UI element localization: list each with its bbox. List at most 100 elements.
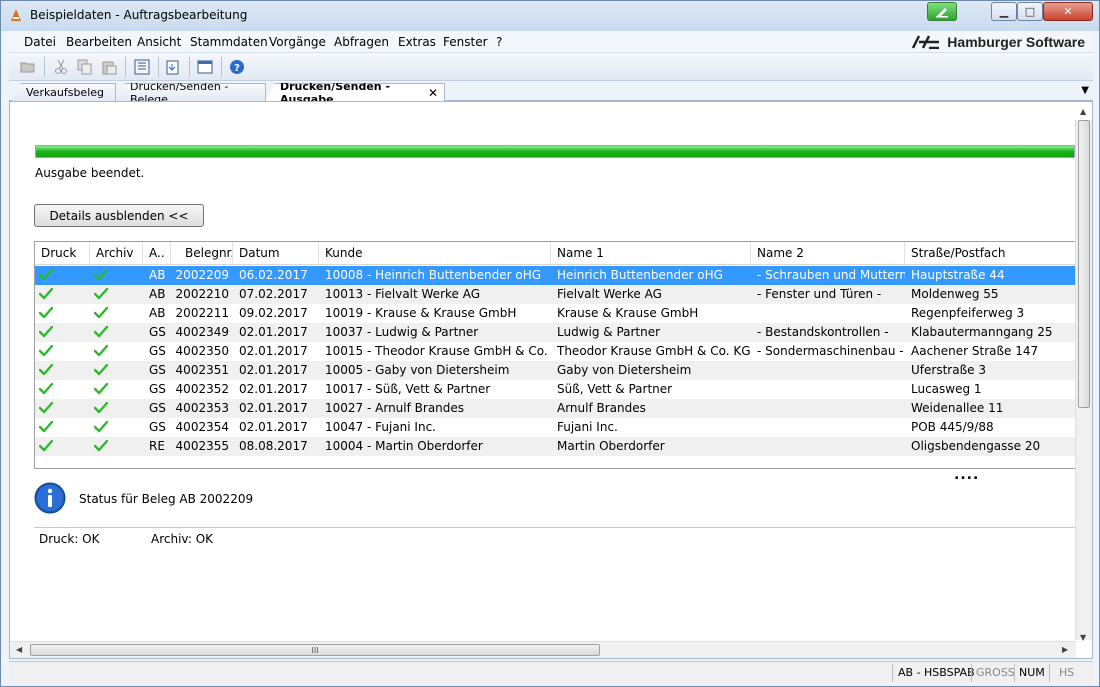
cell-belegnr: 2002209 xyxy=(175,268,229,282)
horizontal-scrollbar[interactable]: ◀ III ▶ xyxy=(10,641,1076,658)
vertical-scroll-thumb[interactable] xyxy=(1078,120,1090,408)
table-row[interactable]: GS 4002354 02.01.2017 10047 - Fujani Inc. Fu… xyxy=(35,418,1075,437)
column-header-strasse[interactable]: Straße/Postfach xyxy=(905,242,1075,265)
cell-strasse: Oligsbendengasse 20 xyxy=(911,439,1041,453)
open-folder-icon[interactable] xyxy=(19,58,37,76)
check-icon xyxy=(35,285,90,304)
cell-art: GS xyxy=(149,363,166,377)
toggle-details-button[interactable]: Details ausblenden << xyxy=(34,204,204,227)
cell-art: GS xyxy=(149,420,166,434)
cell-art: GS xyxy=(149,344,166,358)
check-icon xyxy=(90,437,143,456)
check-icon xyxy=(35,380,90,399)
column-header-kunde[interactable]: Kunde xyxy=(319,242,551,265)
help-icon[interactable]: ? xyxy=(228,58,246,76)
info-status-text: Status für Beleg AB 2002209 xyxy=(79,492,254,506)
column-header-druck[interactable]: Druck xyxy=(35,242,90,265)
cell-art: AB xyxy=(149,306,166,320)
column-header-archiv[interactable]: Archiv xyxy=(90,242,143,265)
cell-strasse: POB 445/9/88 xyxy=(911,420,994,434)
check-icon xyxy=(35,342,90,361)
tab-verkaufsbeleg[interactable]: Verkaufsbeleg xyxy=(11,83,116,101)
output-panel: Ausgabe beendet. Details ausblenden << D… xyxy=(9,101,1093,659)
cell-name2 xyxy=(751,304,905,323)
table-row[interactable]: GS 4002349 02.01.2017 10037 - Ludwig & Part… xyxy=(35,323,1075,342)
export-icon[interactable] xyxy=(164,58,182,76)
scroll-right-icon[interactable]: ▶ xyxy=(1062,645,1068,654)
menu-ansicht[interactable]: Ansicht xyxy=(137,35,181,49)
maximize-icon: □ xyxy=(1024,5,1036,18)
cell-art: GS xyxy=(149,401,166,415)
check-icon xyxy=(90,266,143,285)
horizontal-scroll-thumb[interactable]: III xyxy=(30,644,600,656)
cell-datum: 07.02.2017 xyxy=(239,287,308,301)
cell-kunde: 10037 - Ludwig & Partner xyxy=(325,325,479,339)
output-grid[interactable]: Druck Archiv A.. Belegnr. Datum Kunde Na… xyxy=(34,241,1076,469)
status-text: Ausgabe beendet. xyxy=(35,166,145,180)
menu-stammdaten[interactable]: Stammdaten xyxy=(190,35,268,49)
menu-bearbeiten[interactable]: Bearbeiten xyxy=(66,35,132,49)
table-row[interactable]: GS 4002351 02.01.2017 10005 - Gaby von Diet… xyxy=(35,361,1075,380)
tab-close-icon[interactable]: ✕ xyxy=(428,86,438,100)
tab-drucken-belege[interactable]: Drucken/Senden - Belege xyxy=(115,83,266,101)
column-header-art[interactable]: A.. xyxy=(143,242,171,265)
vertical-scrollbar[interactable]: ▲ ▼ xyxy=(1075,107,1092,642)
check-icon xyxy=(90,323,143,342)
table-row[interactable]: RE 4002355 08.08.2017 10004 - Martin Oberdo… xyxy=(35,437,1075,456)
check-icon xyxy=(90,361,143,380)
paste-icon[interactable] xyxy=(100,58,118,76)
progress-fill xyxy=(36,146,1074,157)
scroll-up-icon[interactable]: ▲ xyxy=(1080,107,1086,116)
cell-kunde: 10013 - Fielvalt Werke AG xyxy=(325,287,481,301)
copy-icon[interactable] xyxy=(76,58,94,76)
check-icon xyxy=(35,437,90,456)
menu-abfragen[interactable]: Abfragen xyxy=(334,35,389,49)
cell-belegnr: 4002355 xyxy=(175,439,229,453)
cell-name1: Arnulf Brandes xyxy=(557,401,646,415)
cell-datum: 02.01.2017 xyxy=(239,363,308,377)
menu-fenster[interactable]: Fenster xyxy=(443,35,488,49)
column-header-name2[interactable]: Name 2 xyxy=(751,242,905,265)
cut-icon[interactable] xyxy=(52,58,70,76)
cell-name1: Fujani Inc. xyxy=(557,420,618,434)
special-action-button[interactable] xyxy=(927,2,957,21)
cell-kunde: 10017 - Süß, Vett & Partner xyxy=(325,382,491,396)
column-header-datum[interactable]: Datum xyxy=(233,242,319,265)
cell-kunde: 10004 - Martin Oberdorfer xyxy=(325,439,483,453)
scroll-left-icon[interactable]: ◀ xyxy=(16,645,22,654)
maximize-button[interactable]: □ xyxy=(1017,2,1043,21)
archiv-status: Archiv: OK xyxy=(151,532,214,546)
table-row[interactable]: AB 2002209 06.02.2017 10008 - Heinrich Butt… xyxy=(35,266,1075,285)
menu-extras[interactable]: Extras xyxy=(398,35,436,49)
cell-strasse: Weidenallee 11 xyxy=(911,401,1004,415)
table-row[interactable]: AB 2002210 07.02.2017 10013 - Fielvalt Werk… xyxy=(35,285,1075,304)
menu-datei[interactable]: Datei xyxy=(24,35,56,49)
minimize-icon: ▁ xyxy=(999,5,1009,18)
check-icon xyxy=(90,342,143,361)
window-icon[interactable] xyxy=(196,58,214,76)
tab-drucken-ausgabe[interactable]: Drucken/Senden - Ausgabe ✕ xyxy=(265,83,445,102)
check-icon xyxy=(90,418,143,437)
cell-datum: 02.01.2017 xyxy=(239,420,308,434)
column-header-belegnr[interactable]: Belegnr. xyxy=(171,242,233,265)
cell-belegnr: 4002354 xyxy=(175,420,229,434)
list-icon[interactable] xyxy=(133,58,151,76)
window-title: Beispieldaten - Auftragsbearbeitung xyxy=(30,8,248,22)
tab-list-dropdown-icon[interactable]: ▼ xyxy=(1081,85,1089,96)
table-row[interactable]: GS 4002350 02.01.2017 10015 - Theodor Kraus… xyxy=(35,342,1075,361)
menu-help[interactable]: ? xyxy=(496,35,502,49)
check-icon xyxy=(35,361,90,380)
minimize-button[interactable]: ▁ xyxy=(991,2,1017,21)
menu-vorgaenge[interactable]: Vorgänge xyxy=(269,35,326,49)
progress-bar xyxy=(35,145,1075,158)
cell-name1: Gaby von Dietersheim xyxy=(557,363,692,377)
table-row[interactable]: AB 2002211 09.02.2017 10019 - Krause & Krau… xyxy=(35,304,1075,323)
cell-kunde: 10047 - Fujani Inc. xyxy=(325,420,436,434)
scroll-down-icon[interactable]: ▼ xyxy=(1080,633,1086,642)
title-bar[interactable]: Beispieldaten - Auftragsbearbeitung ▁ □ … xyxy=(1,1,1099,31)
table-row[interactable]: GS 4002353 02.01.2017 10027 - Arnulf Brande… xyxy=(35,399,1075,418)
close-button[interactable]: ✕ xyxy=(1043,2,1093,21)
svg-text:?: ? xyxy=(234,63,240,74)
table-row[interactable]: GS 4002352 02.01.2017 10017 - Süß, Vett & P… xyxy=(35,380,1075,399)
column-header-name1[interactable]: Name 1 xyxy=(551,242,751,265)
